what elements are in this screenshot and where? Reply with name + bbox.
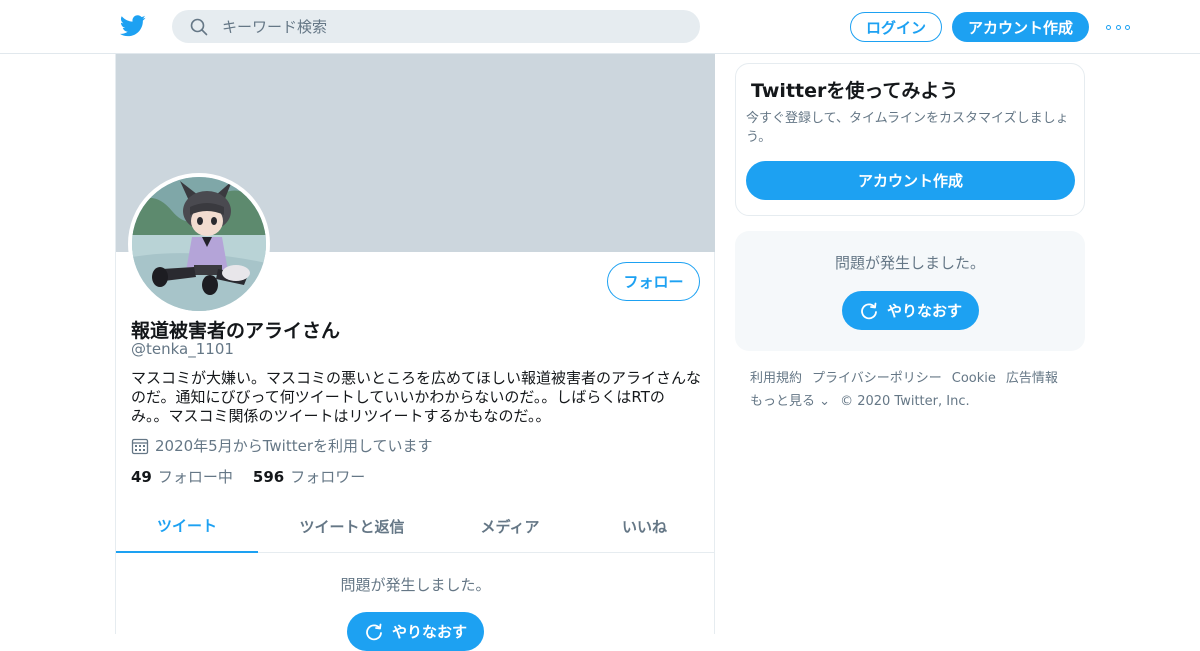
following-label: フォロー中 [157, 468, 233, 486]
tab-likes[interactable]: いいね [574, 500, 715, 553]
chevron-down-icon: ⌄ [819, 394, 831, 409]
signup-button[interactable]: アカウント作成 [952, 12, 1089, 42]
timeline-retry-label: やりなおす [391, 623, 467, 641]
search-input[interactable] [222, 10, 682, 43]
footer-more-link[interactable]: もっと見る ⌄ [750, 390, 830, 413]
refresh-icon [366, 623, 382, 640]
join-date-text: 2020年5月からTwitterを利用しています [155, 437, 433, 455]
calendar-icon [131, 438, 149, 454]
search-bar[interactable] [172, 10, 700, 43]
login-button[interactable]: ログイン [850, 12, 942, 42]
profile-display-name: 報道被害者のアライさん [131, 320, 341, 342]
tab-tweets-and-replies[interactable]: ツイートと返信 [258, 500, 446, 553]
refresh-icon [861, 302, 877, 319]
footer-more-label: もっと見る [750, 394, 816, 409]
profile-handle: @tenka_1101 [131, 340, 234, 358]
profile-column: フォロー 報道被害者のアライさん @tenka_1101 マスコミが大嫌い。マス… [115, 54, 715, 651]
profile-stats: 49 フォロー中 596 フォロワー [131, 466, 385, 487]
profile-join-date: 2020年5月からTwitterを利用しています [131, 435, 433, 456]
more-options-icon[interactable] [1106, 17, 1130, 37]
timeline-error-text: 問題が発生しました。 [340, 576, 491, 594]
footer-link-ads[interactable]: 広告情報 [1006, 367, 1058, 390]
twitter-bird-icon[interactable] [120, 14, 146, 38]
footer-copyright: © 2020 Twitter, Inc. [840, 394, 970, 409]
follow-button[interactable]: フォロー [607, 262, 700, 301]
following-count: 49 [131, 468, 152, 486]
avatar-illustration [132, 177, 266, 311]
followers-label: フォロワー [290, 468, 366, 486]
footer-link-terms[interactable]: 利用規約 [750, 367, 802, 390]
tab-tweets[interactable]: ツイート [116, 500, 258, 553]
signup-promo-description: 今すぐ登録して、タイムラインをカスタマイズしましょう。 [746, 111, 1069, 145]
sidebar-retry-label: やりなおす [886, 302, 962, 320]
tab-media[interactable]: メディア [446, 500, 574, 553]
followers-count: 596 [252, 468, 285, 486]
followers-stat[interactable]: 596 フォロワー [253, 466, 365, 487]
footer-link-privacy[interactable]: プライバシーポリシー [812, 367, 942, 390]
signup-promo-button[interactable]: アカウント作成 [746, 161, 1075, 200]
sidebar-error-card: 問題が発生しました。 やりなおす [735, 231, 1085, 351]
avatar[interactable] [128, 173, 270, 315]
sidebar-retry-button[interactable]: やりなおす [842, 291, 979, 330]
following-stat[interactable]: 49 フォロー中 [131, 466, 233, 487]
profile-bio: マスコミが大嫌い。マスコミの悪いところを広めてほしい報道被害者のアライさんなのだ… [131, 369, 702, 425]
search-icon [190, 18, 208, 36]
footer: 利用規約 プライバシーポリシー Cookie 広告情報 もっと見る ⌄ © 20… [750, 367, 1080, 413]
footer-link-cookie[interactable]: Cookie [952, 367, 996, 390]
timeline-retry-button[interactable]: やりなおす [347, 612, 484, 651]
profile-tabs: ツイート ツイートと返信 メディア いいね [116, 500, 715, 553]
sidebar-error-text: 問題が発生しました。 [834, 254, 985, 272]
signup-promo-card: Twitterを使ってみよう 今すぐ登録して、タイムラインをカスタマイズしましょ… [735, 63, 1085, 216]
signup-promo-title: Twitterを使ってみよう [751, 80, 959, 102]
top-navigation-bar: ログイン アカウント作成 [0, 0, 1200, 54]
